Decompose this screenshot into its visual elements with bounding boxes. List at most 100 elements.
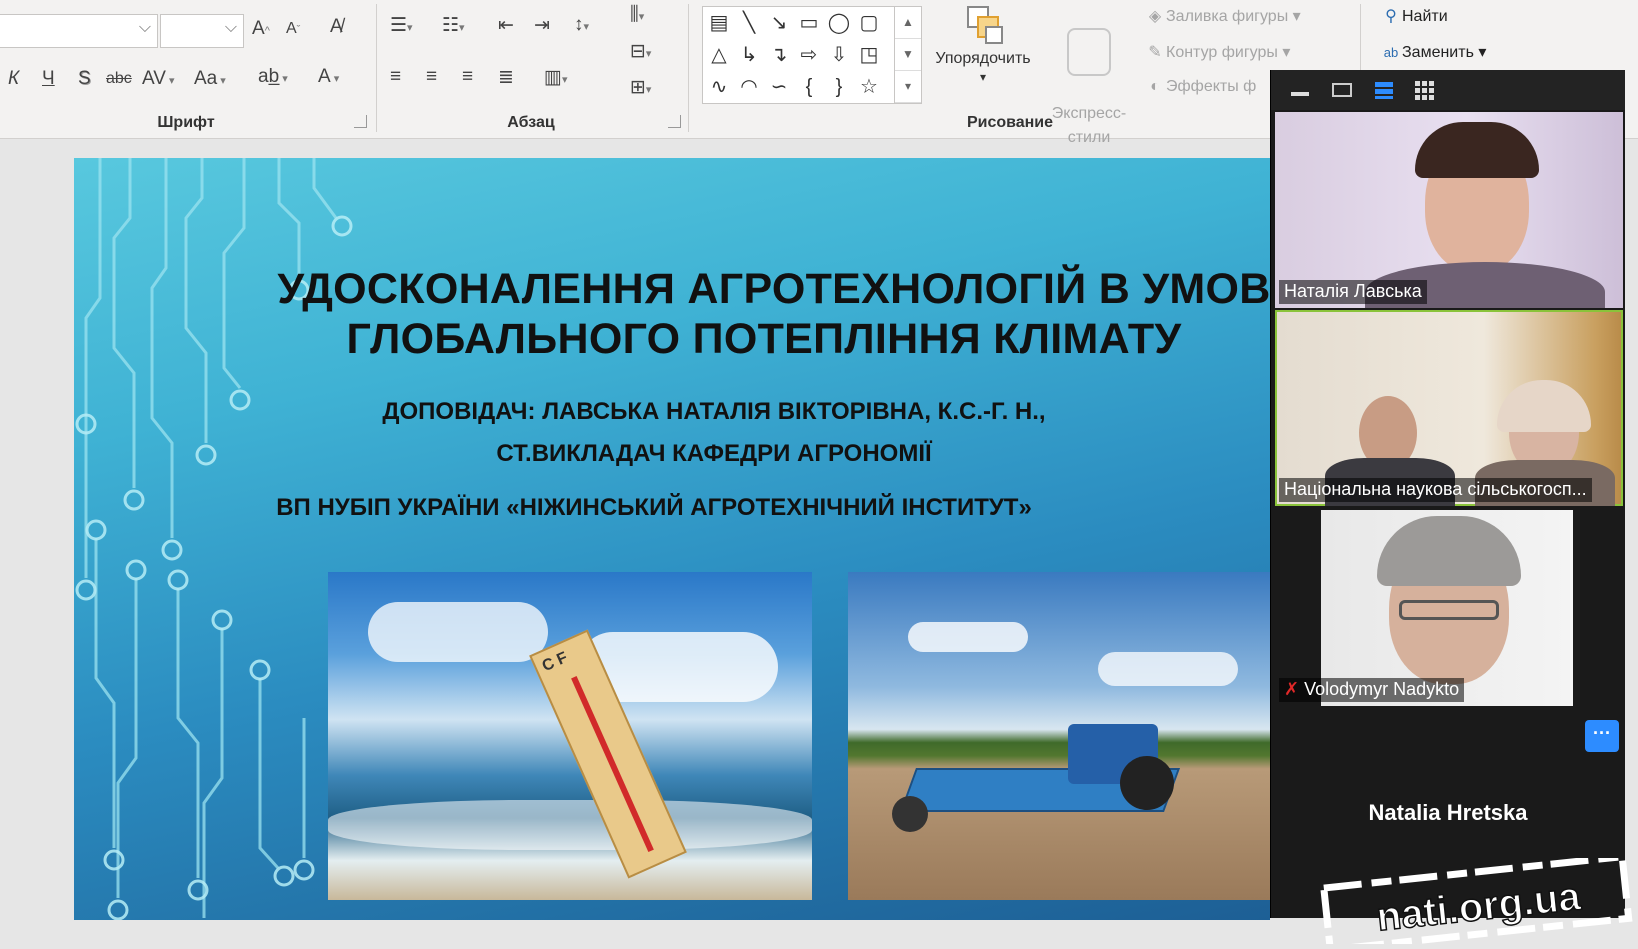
- shadow-button[interactable]: S: [78, 68, 91, 90]
- gallery-view-icon[interactable]: [1413, 80, 1439, 100]
- ribbon-divider: [376, 4, 377, 132]
- participant-name: Наталія Лавська: [1279, 280, 1427, 304]
- participant-tile-active[interactable]: Національна наукова сільськогосп...: [1275, 310, 1623, 506]
- replace-icon: ab: [1383, 45, 1399, 60]
- quick-styles-icon: [1067, 28, 1111, 76]
- minimize-icon[interactable]: [1287, 80, 1313, 100]
- institution-line: ВП НУБІП УКРАЇНИ «НІЖИНСЬКИЙ АГРОТЕХНІЧН…: [276, 494, 1032, 521]
- clear-formatting-icon[interactable]: A̸: [330, 16, 343, 38]
- align-right-icon[interactable]: ≡: [462, 66, 473, 88]
- chevron-down-icon: ⌵: [224, 19, 237, 36]
- snip-rect-shape-icon[interactable]: ◳: [855, 41, 883, 69]
- participant-tile[interactable]: Наталія Лавська: [1275, 112, 1623, 308]
- smartart-icon[interactable]: ⊞▾: [630, 76, 651, 99]
- scroll-up-icon[interactable]: ▲: [895, 7, 921, 39]
- participant-name: Національна наукова сільськогосп...: [1279, 478, 1592, 502]
- shape-fill-button[interactable]: ◈ Заливка фигуры ▾: [1144, 6, 1301, 26]
- rectangle-shape-icon[interactable]: ▭: [795, 9, 823, 37]
- thermometer-in-sea-photo: C F: [328, 572, 812, 900]
- columns-icon[interactable]: ▥▾: [544, 66, 567, 89]
- paint-bucket-icon: ◈: [1148, 8, 1162, 25]
- dialog-launcher-icon[interactable]: [668, 115, 681, 128]
- rounded-rect-shape-icon[interactable]: ▢: [855, 9, 883, 37]
- scroll-down-icon[interactable]: ▼: [895, 39, 921, 71]
- increase-indent-icon[interactable]: ⇥: [534, 14, 550, 37]
- star-shape-icon[interactable]: ☆: [855, 73, 883, 101]
- align-left-icon[interactable]: ≡: [390, 66, 401, 88]
- triangle-shape-icon[interactable]: △: [705, 41, 733, 69]
- slide-title-line-2: ГЛОБАЛЬНОГО ПОТЕПЛІННЯ КЛІМАТУ: [346, 315, 1182, 363]
- decrease-indent-icon[interactable]: ⇤: [498, 14, 514, 37]
- express-styles-button[interactable]: Экспресс- стили: [1040, 4, 1138, 150]
- align-text-icon[interactable]: ⊟▾: [630, 40, 651, 63]
- paragraph-group-label: Абзац: [507, 114, 555, 131]
- justify-icon[interactable]: ≣: [498, 66, 514, 89]
- highlight-icon[interactable]: ab̲ ▾: [258, 66, 288, 88]
- gallery-more-icon[interactable]: ▾: [895, 71, 921, 103]
- freeform-shape-icon[interactable]: ∿: [705, 73, 733, 101]
- speaker-line: ДОПОВІДАЧ: ЛАВСЬКА НАТАЛІЯ ВІКТОРІВНА, К…: [382, 398, 1046, 425]
- replace-button[interactable]: ab Заменить ▾: [1380, 42, 1487, 62]
- font-color-button[interactable]: A ▾: [318, 66, 339, 88]
- zoom-view-toolbar: [1271, 70, 1625, 110]
- elbow-arrow-icon[interactable]: ↴: [765, 41, 793, 69]
- font-name-combo[interactable]: ⌵: [0, 14, 158, 48]
- dialog-launcher-icon[interactable]: [354, 115, 367, 128]
- arc-shape-icon[interactable]: ◠: [735, 73, 763, 101]
- curve-shape-icon[interactable]: ∽: [765, 73, 793, 101]
- shape-outline-button[interactable]: ✎ Контур фигуры ▾: [1144, 42, 1290, 62]
- character-spacing-button[interactable]: AV ▾: [142, 68, 175, 90]
- participant-name-bar: ✗ Volodymyr Nadykto: [1279, 678, 1465, 702]
- more-options-button[interactable]: ···: [1585, 720, 1619, 752]
- grow-font-button[interactable]: A^: [252, 18, 270, 40]
- bullets-icon[interactable]: ☰▾: [390, 14, 413, 37]
- participant-name: Volodymyr Nadykto: [1304, 679, 1460, 699]
- search-icon: ⚲: [1385, 8, 1397, 25]
- muted-mic-icon: ✗: [1284, 679, 1300, 699]
- ribbon-divider: [688, 4, 689, 132]
- zoom-gallery-panel: Наталія Лавська Національна наукова сіль…: [1270, 70, 1625, 918]
- change-case-button[interactable]: Aa ▾: [194, 68, 226, 90]
- underline-button[interactable]: Ч: [42, 68, 55, 90]
- left-brace-shape-icon[interactable]: {: [795, 73, 823, 101]
- paragraph-group: ☰▾ ☷▾ ⇤ ⇥ ↕▾ ⫼▾ ⊟▾ ⊞▾ ≡ ≡ ≡ ≣ ▥▾ Абзац: [378, 0, 684, 138]
- numbering-icon[interactable]: ☷▾: [442, 14, 465, 37]
- pen-icon: ✎: [1148, 44, 1162, 61]
- chevron-down-icon: ⌵: [138, 19, 151, 36]
- participant-tile[interactable]: ✗ Volodymyr Nadykto: [1275, 510, 1623, 706]
- strikethrough-button[interactable]: abc: [106, 70, 132, 88]
- gallery-scroll[interactable]: ▲ ▼ ▾: [894, 7, 921, 103]
- text-direction-icon[interactable]: ⫼▾: [630, 4, 644, 26]
- shape-effects-button[interactable]: ◐ Эффекты ф: [1144, 78, 1256, 96]
- elbow-connector-icon[interactable]: ↳: [735, 41, 763, 69]
- oval-shape-icon[interactable]: ◯: [825, 9, 853, 37]
- shrink-font-button[interactable]: Aˇ: [286, 20, 300, 38]
- effects-icon: ◐: [1150, 78, 1160, 95]
- line-shape-icon[interactable]: ╲: [735, 9, 763, 37]
- drawing-group-label: Рисование: [966, 114, 1054, 131]
- textbox-shape-icon[interactable]: ▤: [705, 9, 733, 37]
- speaker-view-icon[interactable]: [1371, 80, 1397, 100]
- slide-title: УДОСКОНАЛЕННЯ АГРОТЕХНОЛОГІЙ В УМОВ ГЛОБ…: [254, 264, 1270, 364]
- watermark-stamp: nati.org.ua: [1318, 852, 1638, 949]
- right-arrow-shape-icon[interactable]: ⇨: [795, 41, 823, 69]
- shapes-gallery[interactable]: ▤ ╲ ↘ ▭ ◯ ▢ △ ↳ ↴ ⇨ ⇩ ◳ ∿ ◠ ∽ { } ☆ ▲ ▼ …: [702, 6, 922, 104]
- arrow-line-shape-icon[interactable]: ↘: [765, 9, 793, 37]
- nati-watermark-logo: nati.org.ua: [1319, 852, 1633, 949]
- down-arrow-shape-icon[interactable]: ⇩: [825, 41, 853, 69]
- line-spacing-icon[interactable]: ↕▾: [574, 14, 589, 36]
- find-button[interactable]: ⚲ Найти: [1380, 6, 1448, 26]
- slide-canvas[interactable]: УДОСКОНАЛЕННЯ АГРОТЕХНОЛОГІЙ В УМОВ ГЛОБ…: [74, 158, 1270, 920]
- arrange-icon: [963, 4, 1003, 44]
- hide-video-icon[interactable]: [1329, 80, 1355, 100]
- slide-title-line-1: УДОСКОНАЛЕННЯ АГРОТЕХНОЛОГІЙ В УМОВ: [277, 265, 1270, 313]
- italic-button[interactable]: К: [8, 68, 19, 90]
- right-brace-shape-icon[interactable]: }: [825, 73, 853, 101]
- arrange-button[interactable]: Упорядочить ▾: [924, 4, 1042, 86]
- tractor-field-photo: [848, 572, 1270, 900]
- align-center-icon[interactable]: ≡: [426, 66, 437, 88]
- font-size-combo[interactable]: ⌵: [160, 14, 244, 48]
- speaker-position: СТ.ВИКЛАДАЧ КАФЕДРИ АГРОНОМІЇ: [496, 440, 932, 467]
- participant-name: Natalia Hretska: [1368, 800, 1528, 825]
- font-group: ⌵ ⌵ A^ Aˇ A̸ К Ч S abc AV ▾ Aa ▾ ab̲ ▾ A…: [0, 0, 372, 138]
